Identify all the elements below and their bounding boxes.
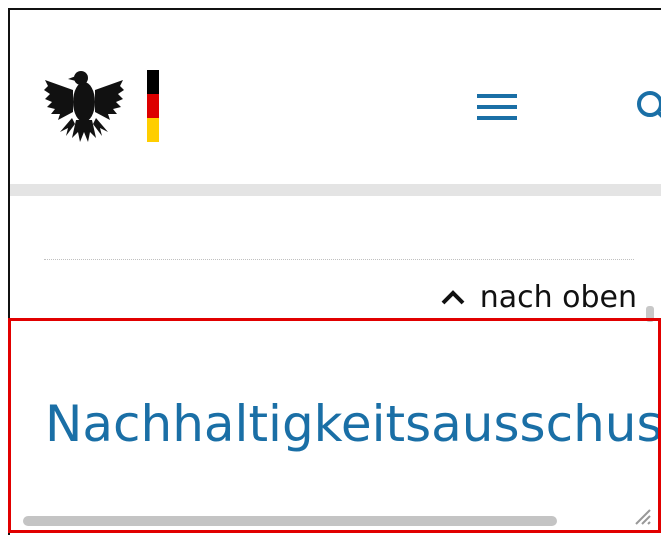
- horizontal-scrollbar-thumb[interactable]: [23, 516, 557, 526]
- section-heading[interactable]: Nachhaltigkeitsausschuss: [45, 395, 658, 453]
- german-flag-stripe: [147, 70, 159, 142]
- flag-gold-band: [147, 118, 159, 142]
- back-to-top-link[interactable]: nach oben: [405, 276, 637, 320]
- flag-black-band: [147, 70, 159, 94]
- resize-grip-icon[interactable]: [630, 504, 652, 526]
- hamburger-menu-icon[interactable]: [474, 89, 520, 125]
- chevron-up-icon: [441, 290, 465, 305]
- dotted-separator: [44, 259, 634, 260]
- site-header: [10, 10, 661, 184]
- back-to-top-label: nach oben: [479, 279, 637, 315]
- search-icon[interactable]: [630, 84, 661, 124]
- federal-eagle-logo[interactable]: [42, 66, 126, 146]
- header-divider: [10, 184, 661, 196]
- highlighted-region: Nachhaltigkeitsausschuss: [8, 318, 661, 533]
- flag-red-band: [147, 94, 159, 118]
